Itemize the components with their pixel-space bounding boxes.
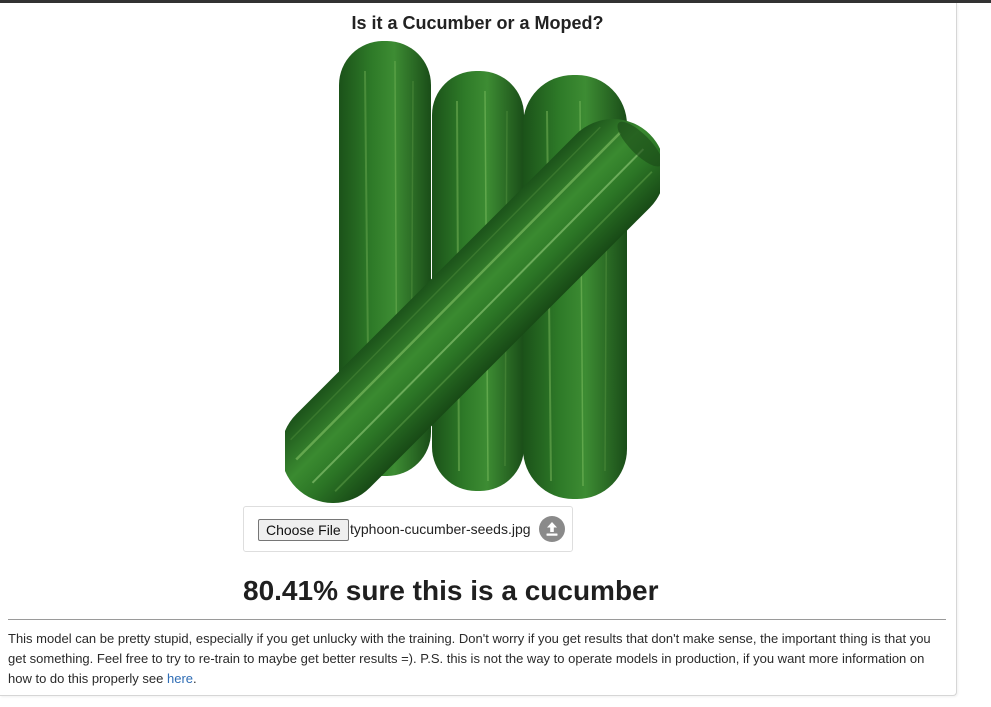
cucumber-image (280, 41, 666, 504)
image-preview (280, 41, 666, 504)
selected-file-name: typhoon-cucumber-seeds.jpg (350, 521, 531, 537)
divider (8, 619, 946, 620)
main-card: Is it a Cucumber or a Moped? Choose File… (0, 3, 957, 696)
disclaimer-body: This model can be pretty stupid, especia… (8, 631, 931, 686)
choose-file-button[interactable]: Choose File (258, 519, 349, 541)
prediction-result: 80.41% sure this is a cucumber (243, 575, 659, 606)
upload-icon[interactable] (538, 515, 566, 543)
info-link[interactable]: here (167, 671, 193, 686)
disclaimer-tail: . (193, 671, 197, 686)
page-title: Is it a Cucumber or a Moped? (351, 13, 604, 33)
disclaimer-text: This model can be pretty stupid, especia… (8, 629, 943, 689)
upload-form: Choose File typhoon-cucumber-seeds.jpg (243, 506, 573, 552)
